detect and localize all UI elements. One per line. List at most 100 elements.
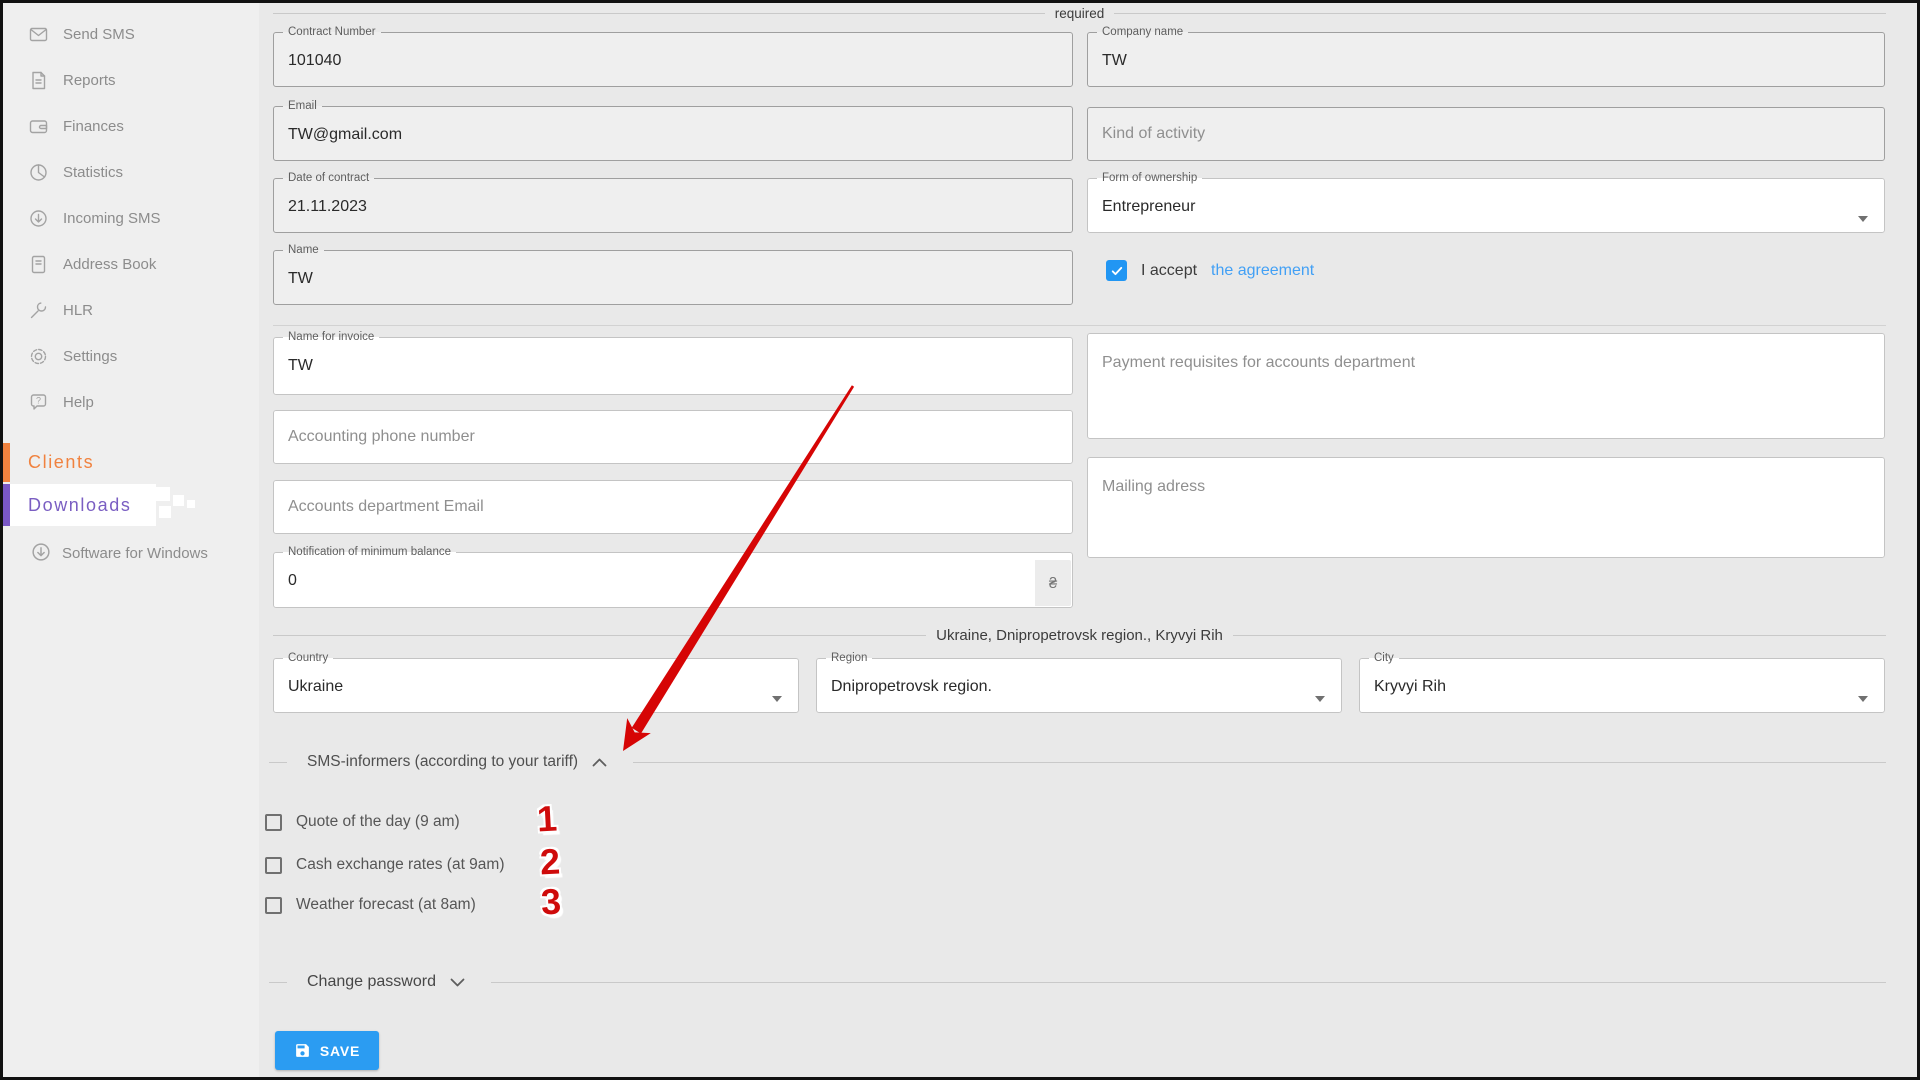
- region-value: Dnipropetrovsk region.: [831, 678, 1341, 696]
- annotation-number-3: 3: [540, 881, 562, 924]
- sidebar-item-hlr[interactable]: HLR: [3, 287, 259, 333]
- address-book-icon: [28, 254, 49, 275]
- gear-icon: [28, 346, 49, 367]
- min-balance-value: 0: [288, 572, 1072, 590]
- sidebar-item-label: Help: [63, 394, 94, 411]
- sidebar-item-settings[interactable]: Settings: [3, 333, 259, 379]
- envelope-icon: [28, 24, 49, 45]
- name-for-invoice-field[interactable]: Name for invoice TW: [273, 331, 1073, 395]
- company-name-label: Company name: [1097, 26, 1188, 39]
- checkbox-label[interactable]: Weather forecast (at 8am): [296, 896, 476, 914]
- cash-exchange-rates-checkbox[interactable]: [265, 857, 282, 874]
- sidebar-item-finances[interactable]: Finances: [3, 103, 259, 149]
- annotation-number-1: 1: [536, 798, 558, 841]
- quote-of-the-day-checkbox[interactable]: [265, 814, 282, 831]
- agreement-link[interactable]: the agreement: [1211, 262, 1314, 280]
- date-of-contract-label: Date of contract: [283, 172, 374, 185]
- mailing-address-placeholder: Mailing adress: [1102, 478, 1884, 496]
- sidebar-item-incoming-sms[interactable]: Incoming SMS: [3, 195, 259, 241]
- form-of-ownership-select[interactable]: Form of ownership Entrepreneur: [1087, 172, 1885, 233]
- sidebar-item-label: Finances: [63, 118, 124, 135]
- name-field[interactable]: Name TW: [273, 244, 1073, 305]
- accounting-phone-placeholder: Accounting phone number: [288, 428, 475, 446]
- sidebar-item-reports[interactable]: Reports: [3, 57, 259, 103]
- checkbox-label[interactable]: Cash exchange rates (at 9am): [296, 856, 505, 874]
- app-window: Send SMS Reports Finances Statistics Inc…: [0, 0, 1920, 1080]
- sidebar-item-statistics[interactable]: Statistics: [3, 149, 259, 195]
- weather-forecast-checkbox[interactable]: [265, 897, 282, 914]
- accounting-phone-field[interactable]: Accounting phone number: [273, 410, 1073, 464]
- agreement-checkbox[interactable]: [1106, 260, 1127, 281]
- chevron-up-icon[interactable]: [592, 758, 607, 767]
- required-section-rule: required: [273, 4, 1886, 22]
- floppy-disk-icon: [294, 1042, 311, 1059]
- sidebar-item-label: Statistics: [63, 164, 123, 181]
- kind-of-activity-field[interactable]: Kind of activity: [1087, 107, 1885, 161]
- min-balance-label: Notification of minimum balance: [283, 546, 456, 559]
- chevron-down-icon[interactable]: [450, 978, 465, 987]
- annotation-number-2: 2: [539, 841, 561, 884]
- sidebar-item-send-sms[interactable]: Send SMS: [3, 11, 259, 57]
- location-summary: Ukraine, Dnipropetrovsk region., Kryvyi …: [926, 627, 1233, 644]
- sidebar-item-address-book[interactable]: Address Book: [3, 241, 259, 287]
- save-button-label: SAVE: [320, 1043, 360, 1059]
- checkbox-label[interactable]: Quote of the day (9 am): [296, 813, 460, 831]
- region-select[interactable]: Region Dnipropetrovsk region.: [816, 652, 1342, 713]
- section-divider: [273, 325, 1886, 326]
- country-value: Ukraine: [288, 678, 798, 696]
- email-field[interactable]: Email TW@gmail.com: [273, 100, 1073, 161]
- sidebar-item-downloads[interactable]: Downloads: [3, 484, 259, 526]
- save-button[interactable]: SAVE: [275, 1031, 379, 1070]
- accounts-email-placeholder: Accounts department Email: [288, 498, 484, 516]
- contract-number-value: 101040: [288, 52, 1072, 70]
- change-password-accordion[interactable]: Change password: [269, 971, 1886, 993]
- agreement-row: I accept the agreement: [1106, 260, 1314, 281]
- sidebar-item-label: Incoming SMS: [63, 210, 161, 227]
- name-value: TW: [288, 270, 1072, 288]
- email-label: Email: [283, 100, 322, 113]
- chevron-down-icon: [772, 696, 782, 702]
- form-of-ownership-label: Form of ownership: [1097, 172, 1202, 185]
- download-circle-icon: [30, 541, 52, 563]
- sidebar-item-label: Downloads: [28, 495, 131, 516]
- region-label: Region: [826, 652, 872, 665]
- sidebar-item-software-for-windows[interactable]: Software for Windows: [30, 541, 225, 567]
- country-select[interactable]: Country Ukraine: [273, 652, 799, 713]
- mailing-address-field[interactable]: Mailing adress: [1087, 457, 1885, 558]
- wallet-icon: [28, 116, 49, 137]
- sidebar-item-label: Software for Windows: [62, 545, 208, 562]
- sms-informers-accordion[interactable]: SMS-informers (according to your tariff): [269, 751, 1886, 773]
- sidebar-item-help[interactable]: ? Help: [3, 379, 259, 425]
- help-bubble-icon: ?: [28, 392, 49, 413]
- chevron-down-icon: [1315, 696, 1325, 702]
- date-of-contract-value: 21.11.2023: [288, 198, 1072, 216]
- agreement-text: I accept: [1141, 262, 1197, 280]
- min-balance-field[interactable]: Notification of minimum balance 0 ₴: [273, 546, 1073, 608]
- svg-text:?: ?: [36, 395, 41, 405]
- payment-requisites-placeholder: Payment requisites for accounts departme…: [1102, 354, 1884, 372]
- city-select[interactable]: City Kryvyi Rih: [1359, 652, 1885, 713]
- payment-requisites-field[interactable]: Payment requisites for accounts departme…: [1087, 333, 1885, 439]
- informer-row-quote: Quote of the day (9 am): [265, 811, 460, 833]
- pie-chart-icon: [28, 162, 49, 183]
- date-of-contract-field[interactable]: Date of contract 21.11.2023: [273, 172, 1073, 233]
- sidebar-item-clients[interactable]: Clients: [3, 443, 259, 482]
- contract-number-field[interactable]: Contract Number 101040: [273, 26, 1073, 87]
- wrench-icon: [28, 300, 49, 321]
- contract-number-label: Contract Number: [283, 26, 381, 39]
- company-name-field[interactable]: Company name TW: [1087, 26, 1885, 87]
- informer-row-exchange: Cash exchange rates (at 9am): [265, 854, 505, 876]
- sidebar-item-label: Address Book: [63, 256, 156, 273]
- city-label: City: [1369, 652, 1399, 665]
- document-icon: [28, 70, 49, 91]
- name-for-invoice-value: TW: [288, 357, 1072, 375]
- change-password-title: Change password: [307, 973, 436, 991]
- accounts-email-field[interactable]: Accounts department Email: [273, 480, 1073, 534]
- required-label: required: [1045, 6, 1115, 21]
- chevron-down-icon: [1858, 696, 1868, 702]
- sidebar-item-label: HLR: [63, 302, 93, 319]
- sidebar-item-label: Send SMS: [63, 26, 135, 43]
- name-label: Name: [283, 244, 324, 257]
- sidebar-item-label: Clients: [28, 452, 94, 473]
- name-for-invoice-label: Name for invoice: [283, 331, 379, 344]
